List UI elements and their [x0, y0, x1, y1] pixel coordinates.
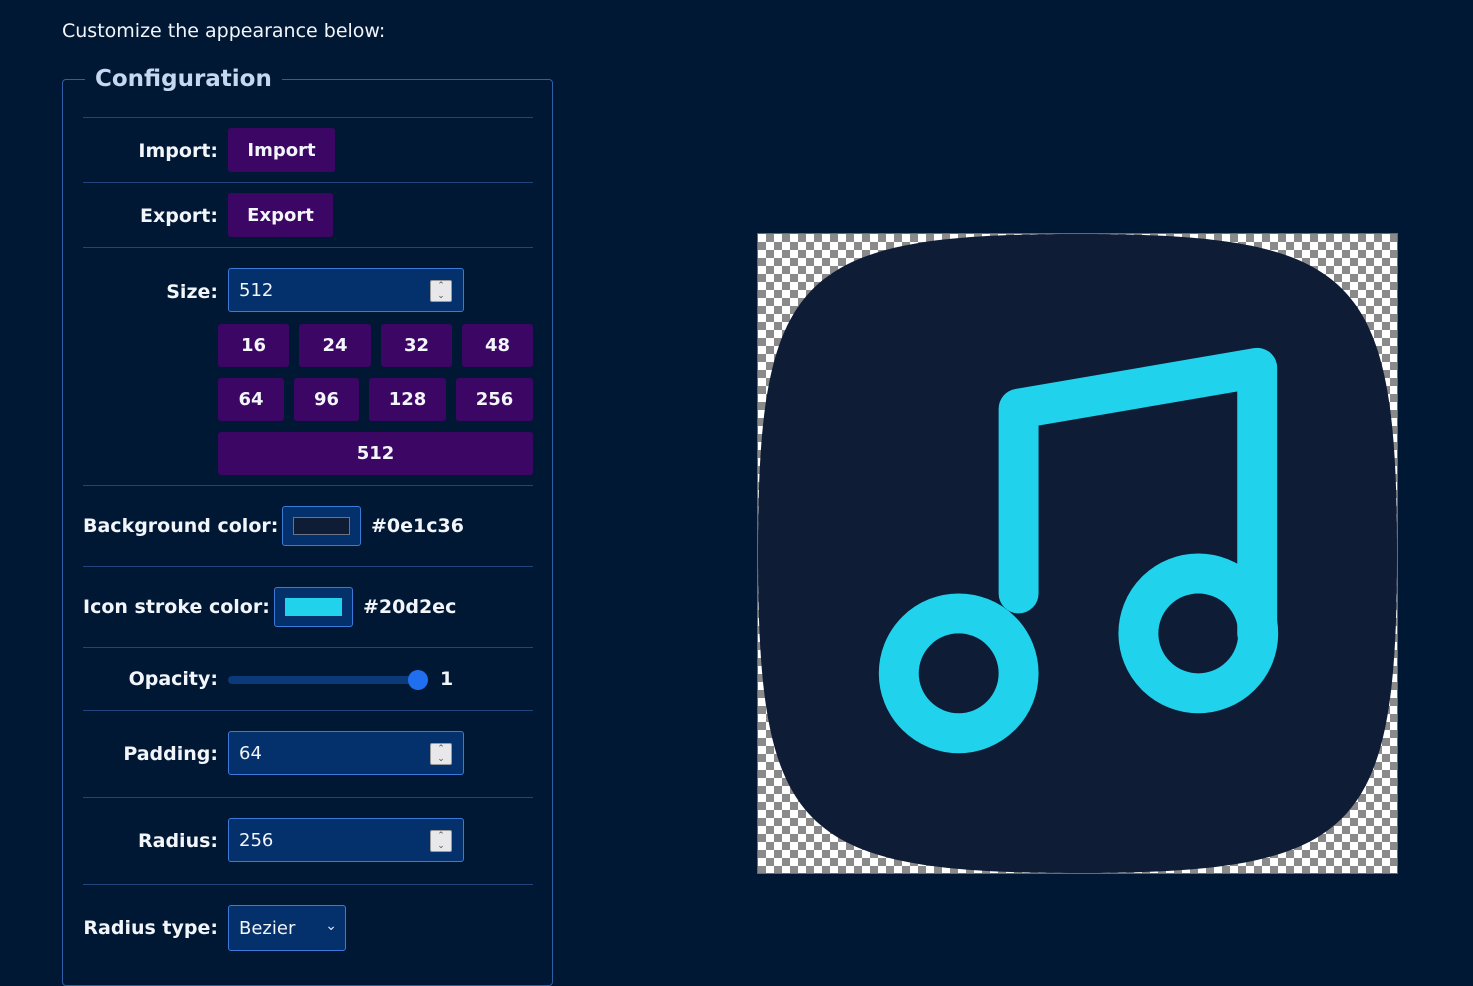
size-input[interactable]: 512 ⌃ ⌄: [228, 268, 464, 312]
padding-spinner[interactable]: ⌃ ⌄: [430, 743, 452, 765]
configuration-legend: Configuration: [95, 66, 272, 92]
radius-type-select[interactable]: Bezier ⌄: [228, 905, 346, 951]
opacity-slider-thumb[interactable]: [408, 670, 428, 690]
stroke-color-row: Icon stroke color: #20d2ec: [83, 566, 533, 648]
background-color-value: #0e1c36: [371, 515, 464, 537]
size-preset-512[interactable]: 512: [218, 432, 533, 475]
padding-value: 64: [239, 742, 262, 764]
icon-preview: [757, 233, 1398, 874]
size-preset-24[interactable]: 24: [299, 324, 371, 367]
background-color-label: Background color:: [83, 515, 279, 537]
size-row: Size: 512 ⌃ ⌄ 16 24 32 48 64 96 128 256 5…: [83, 247, 533, 486]
radius-spinner[interactable]: ⌃ ⌄: [430, 830, 452, 852]
import-button[interactable]: Import: [228, 128, 335, 172]
radius-type-label: Radius type:: [83, 917, 218, 939]
export-label: Export:: [140, 205, 218, 227]
export-button[interactable]: Export: [228, 193, 333, 237]
background-color-row: Background color: #0e1c36: [83, 485, 533, 567]
radius-type-value: Bezier: [239, 917, 296, 939]
background-color-swatch: [293, 517, 350, 535]
size-preset-64[interactable]: 64: [218, 378, 284, 421]
radius-label: Radius:: [138, 830, 218, 852]
radius-type-row: Radius type: Bezier ⌄: [83, 884, 533, 975]
opacity-label: Opacity:: [128, 668, 218, 690]
stroke-color-picker[interactable]: [274, 587, 353, 627]
radius-value: 256: [239, 829, 274, 851]
import-label: Import:: [138, 140, 218, 162]
size-preset-32[interactable]: 32: [381, 324, 452, 367]
rounded-background-shape: [758, 234, 1397, 873]
size-preset-96[interactable]: 96: [294, 378, 359, 421]
background-color-picker[interactable]: [282, 506, 361, 546]
opacity-slider[interactable]: [228, 676, 420, 684]
stroke-color-swatch: [285, 598, 342, 616]
size-preset-128[interactable]: 128: [369, 378, 446, 421]
configuration-panel: Configuration Import: Import Export: Exp…: [62, 66, 553, 986]
opacity-row: Opacity: 1: [83, 647, 533, 711]
intro-text: Customize the appearance below:: [62, 20, 386, 42]
import-row: Import: Import: [83, 117, 533, 183]
padding-label: Padding:: [123, 743, 218, 765]
size-label: Size:: [166, 281, 218, 303]
padding-input[interactable]: 64 ⌃ ⌄: [228, 731, 464, 775]
size-preset-16[interactable]: 16: [218, 324, 289, 367]
padding-row: Padding: 64 ⌃ ⌄: [83, 710, 533, 798]
size-spinner[interactable]: ⌃ ⌄: [430, 280, 452, 302]
radius-row: Radius: 256 ⌃ ⌄: [83, 797, 533, 885]
export-row: Export: Export: [83, 182, 533, 248]
size-value: 512: [239, 279, 274, 301]
preview-svg: [758, 234, 1397, 873]
opacity-value: 1: [440, 668, 454, 690]
stroke-color-label: Icon stroke color:: [83, 596, 270, 618]
radius-input[interactable]: 256 ⌃ ⌄: [228, 818, 464, 862]
chevron-down-icon: ⌄: [325, 918, 337, 934]
size-preset-48[interactable]: 48: [462, 324, 533, 367]
size-preset-256[interactable]: 256: [456, 378, 533, 421]
stroke-color-value: #20d2ec: [363, 596, 457, 618]
